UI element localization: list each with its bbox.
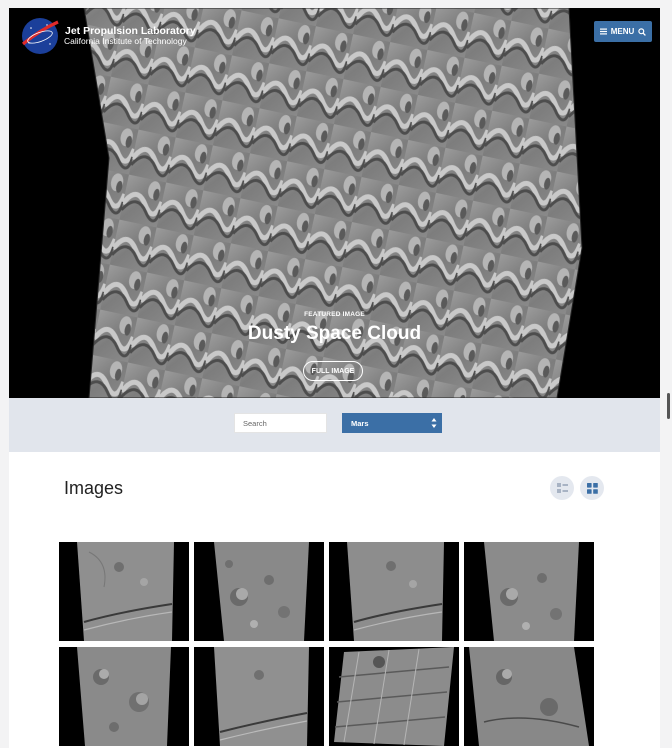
hero-banner: Jet Propulsion Laboratory California Ins… — [9, 8, 660, 398]
search-icon — [638, 27, 647, 36]
scrollbar-thumb[interactable] — [667, 393, 670, 419]
category-select-value: Mars — [351, 418, 369, 428]
hamburger-icon — [599, 28, 607, 35]
image-thumbnail[interactable] — [59, 647, 189, 746]
image-thumbnail[interactable] — [329, 647, 459, 746]
filter-bar: Mars — [9, 398, 660, 452]
mars-strip-image — [59, 647, 189, 746]
image-thumbnail[interactable] — [194, 542, 324, 641]
grid-view-button[interactable] — [580, 476, 604, 500]
image-grid — [59, 542, 595, 746]
list-view-button[interactable] — [550, 476, 574, 500]
full-image-button[interactable]: FULL IMAGE — [303, 361, 363, 381]
mars-strip-image — [59, 542, 189, 641]
logo-text: Jet Propulsion Laboratory California Ins… — [64, 26, 196, 46]
mars-strip-image — [329, 542, 459, 641]
image-thumbnail[interactable] — [194, 647, 324, 746]
search-input[interactable] — [234, 413, 327, 433]
image-thumbnail[interactable] — [464, 647, 594, 746]
image-thumbnail[interactable] — [59, 542, 189, 641]
image-thumbnail[interactable] — [464, 542, 594, 641]
menu-button[interactable]: MENU — [594, 21, 652, 42]
grid-view-icon — [586, 482, 598, 494]
mars-tilted-image — [329, 647, 459, 746]
mars-tilted-image — [464, 647, 594, 746]
select-arrows-icon — [431, 418, 437, 428]
page-frame: Jet Propulsion Laboratory California Ins… — [9, 8, 660, 748]
mars-strip-image — [194, 542, 324, 641]
logo-subtitle: California Institute of Technology — [64, 36, 187, 47]
hero-title: Dusty Space Cloud — [247, 323, 422, 344]
mars-strip-image — [194, 647, 324, 746]
nasa-meatball-icon — [21, 18, 59, 54]
list-view-icon — [556, 482, 568, 493]
mars-strip-image — [464, 542, 594, 641]
hero-eyebrow: FEATURED IMAGE — [304, 311, 365, 318]
category-select[interactable]: Mars — [342, 413, 442, 433]
menu-label: MENU — [610, 27, 635, 36]
image-thumbnail[interactable] — [329, 542, 459, 641]
jpl-logo[interactable]: Jet Propulsion Laboratory California Ins… — [20, 16, 196, 56]
section-title: Images — [64, 478, 124, 498]
